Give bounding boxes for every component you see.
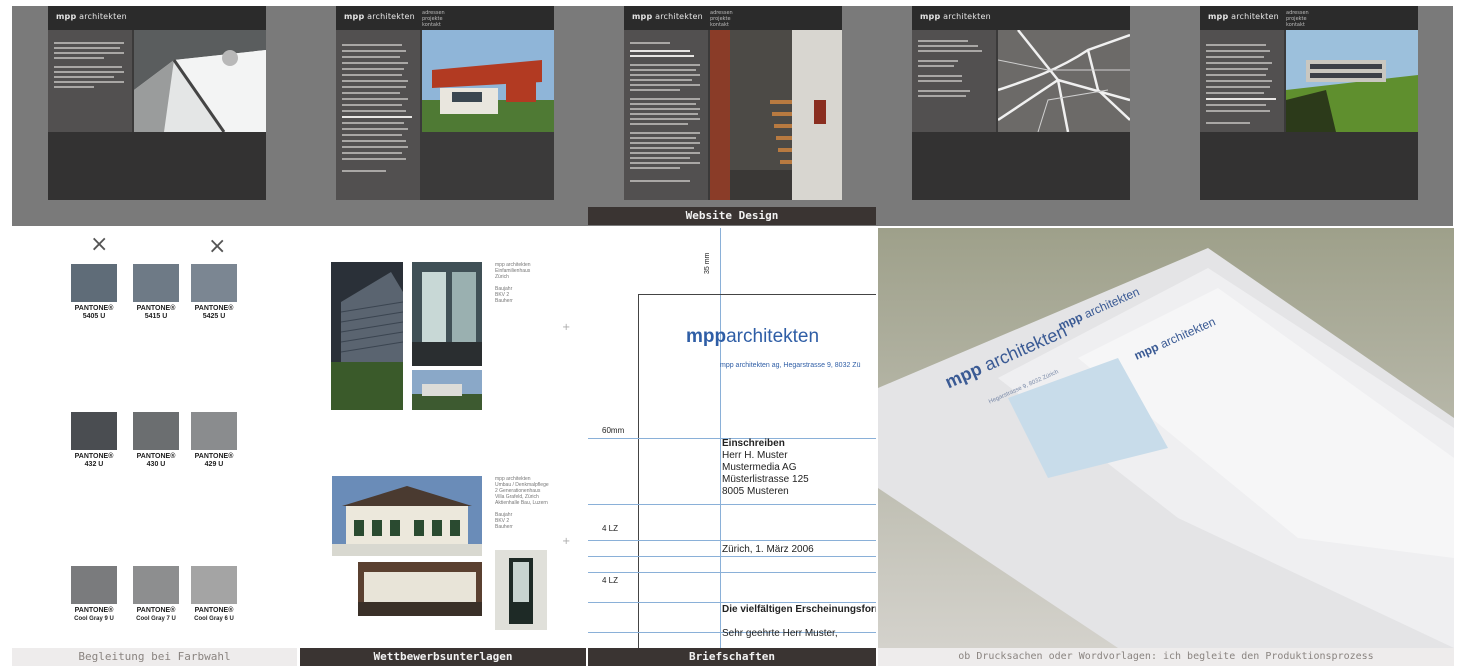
site-nav: adressen projekte kontakt [422,10,445,28]
caption-color-selection: Begleitung bei Farbwahl [12,648,297,666]
recipient-block: Einschreiben Herr H. Muster Mustermedia … [722,438,809,497]
caption-letterhead: Briefschaften [588,648,876,666]
competition-panel: mpp architekten Einfamilienhaus Zürich Bau… [300,228,586,648]
site-logo: mpp architekten [632,12,703,21]
website-screen-5[interactable]: mpp architekten adressen projekte kontakt [1200,6,1418,200]
dimension-35mm: 35 mm [704,252,711,274]
website-design-strip: mpp architekten mpp architekten adressen… [12,6,1453,226]
staircase-photo [710,30,842,200]
text-column [48,30,132,132]
site-logo: mpp architekten [920,12,991,21]
dimension-60mm: 60mm [602,426,625,435]
pantone-swatch: PANTONE® 5415 U [132,264,180,321]
site-logo: mpp architekten [1208,12,1279,21]
pantone-swatch: PANTONE® 432 U [70,412,118,469]
location-map [998,30,1130,132]
pantone-swatch: PANTONE® Cool Gray 6 U [190,566,238,623]
project-list [1200,30,1284,132]
pantone-swatch: PANTONE® 5405 U [70,264,118,321]
sender-address-line: mpp architekten ag, Hegarstrasse 9, 8032… [720,362,861,369]
exterior-photo [412,370,482,410]
website-screen-3[interactable]: mpp architekten adressen projekte kontakt [624,6,842,200]
site-nav: adressen projekte kontakt [1286,10,1309,28]
site-logo: mpp architekten [344,12,415,21]
project-info-1: mpp architekten Einfamilienhaus Zürich Bau… [495,262,531,304]
hillside-house-photo [1286,30,1418,132]
color-selection-panel: × × PANTONE® 5405 U PANTONE® 5415 U PANT… [12,228,297,648]
website-screen-1[interactable]: mpp architekten [48,6,266,200]
caption-website-design: Website Design [588,207,876,225]
project-info-2: mpp architekten Umbau / Denkmalpflege 2 Ge… [495,476,549,530]
cross-mark: × [208,234,227,259]
red-house-photo [422,30,554,132]
pantone-swatch: PANTONE® 429 U [190,412,238,469]
house-photo-1 [331,262,403,410]
letter-date: Zürich, 1. März 2006 [722,544,814,555]
website-screen-2[interactable]: mpp architekten adressen projekte kontakt [336,6,554,200]
pantone-swatch: PANTONE® Cool Gray 9 U [70,566,118,623]
website-screen-4[interactable]: mpp architekten [912,6,1130,200]
line-spacing-label: 4 LZ [602,524,619,533]
villa-photo [332,476,482,556]
project-description [624,30,708,200]
letter-subject: Die vielfältigen Erscheinungsforme [722,604,876,615]
interior-photo [412,262,482,366]
site-nav: adressen projekte kontakt [710,10,733,28]
door-photo [495,550,547,630]
pantone-swatch: PANTONE® 430 U [132,412,180,469]
cross-mark: × [90,232,109,257]
interior-wide-photo [358,562,482,616]
site-logo: mpp architekten [56,12,127,21]
print-products-photo: mpp architekten Hegarstrasse 9, 8032 Zür… [878,228,1454,648]
project-list [336,30,420,200]
letterhead-panel: 35 mm 60mm 4 LZ 4 LZ mpparchitekten mpp … [588,228,876,648]
pantone-swatch: PANTONE® Cool Gray 7 U [132,566,180,623]
caption-print-production: ob Drucksachen oder Wordvorlagen: ich be… [878,648,1454,666]
letterhead-logo: mpparchitekten [686,326,820,347]
pantone-swatch: PANTONE® 5425 U [190,264,238,321]
line-spacing-label: 4 LZ [602,576,619,585]
letter-salutation: Sehr geehrte Herr Muster, [722,628,838,639]
caption-competition: Wettbewerbsunterlagen [300,648,586,666]
contact-column [912,30,996,132]
architecture-photo [134,30,266,132]
